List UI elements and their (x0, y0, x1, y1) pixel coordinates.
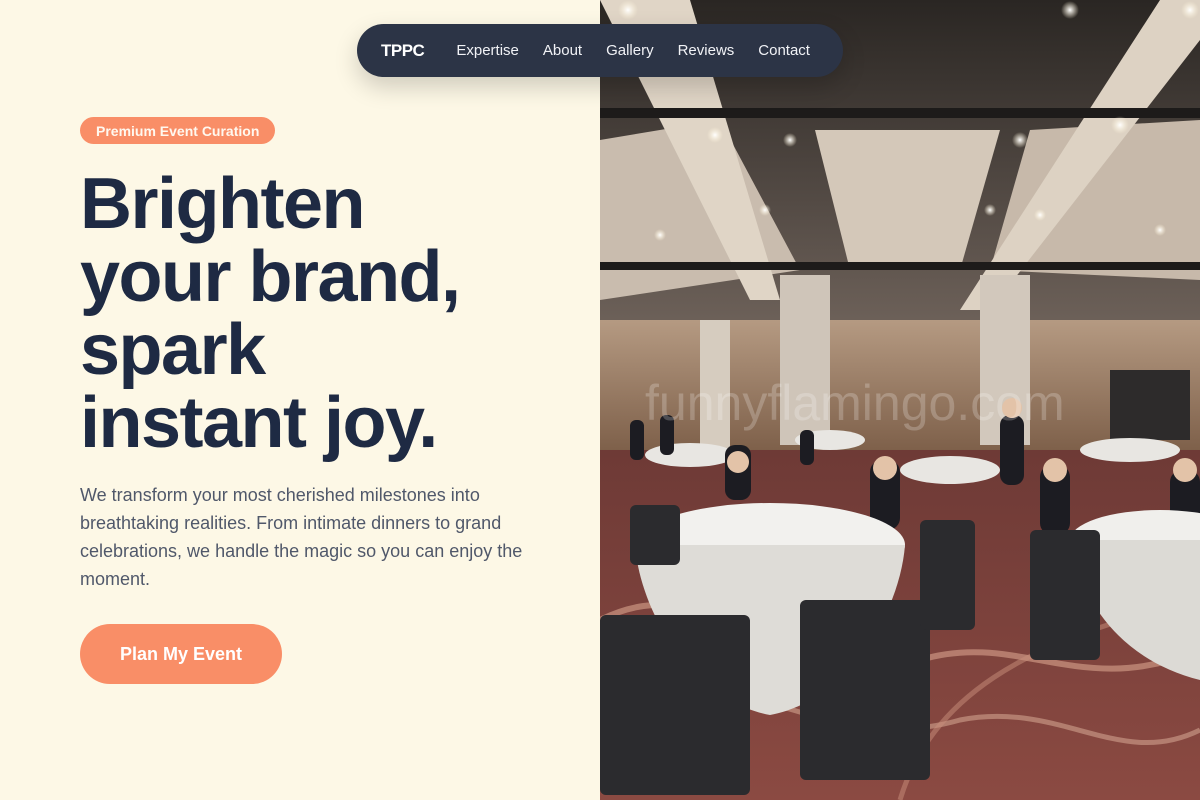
ballroom-image: funnyflamingo.com (600, 0, 1200, 800)
headline-line-3: spark (80, 310, 266, 390)
nav-link-gallery[interactable]: Gallery (606, 42, 654, 59)
plan-my-event-button[interactable]: Plan My Event (80, 624, 282, 684)
nav-links: Expertise About Gallery Reviews Contact (456, 42, 810, 59)
top-navbar: TPPC Expertise About Gallery Reviews Con… (357, 24, 843, 77)
nav-link-reviews[interactable]: Reviews (678, 42, 735, 59)
hero-left-panel: Premium Event Curation Brighten your bra… (0, 0, 600, 800)
headline-line-4: instant joy. (80, 383, 438, 463)
hero-description: We transform your most cherished milesto… (80, 485, 523, 589)
event-ballroom-photo: funnyflamingo.com (600, 0, 1200, 800)
headline-line-2: your brand, (80, 237, 461, 317)
premium-badge: Premium Event Curation (80, 117, 276, 144)
nav-link-about[interactable]: About (543, 42, 582, 59)
brand-logo[interactable]: TPPC (381, 41, 425, 61)
hero-headline: Brighten your brand, spark instant joy. (80, 168, 580, 460)
nav-link-expertise[interactable]: Expertise (456, 42, 519, 59)
nav-link-contact[interactable]: Contact (758, 42, 810, 59)
watermark-text: funnyflamingo.com (645, 375, 1065, 431)
headline-line-1: Brighten (80, 164, 365, 244)
